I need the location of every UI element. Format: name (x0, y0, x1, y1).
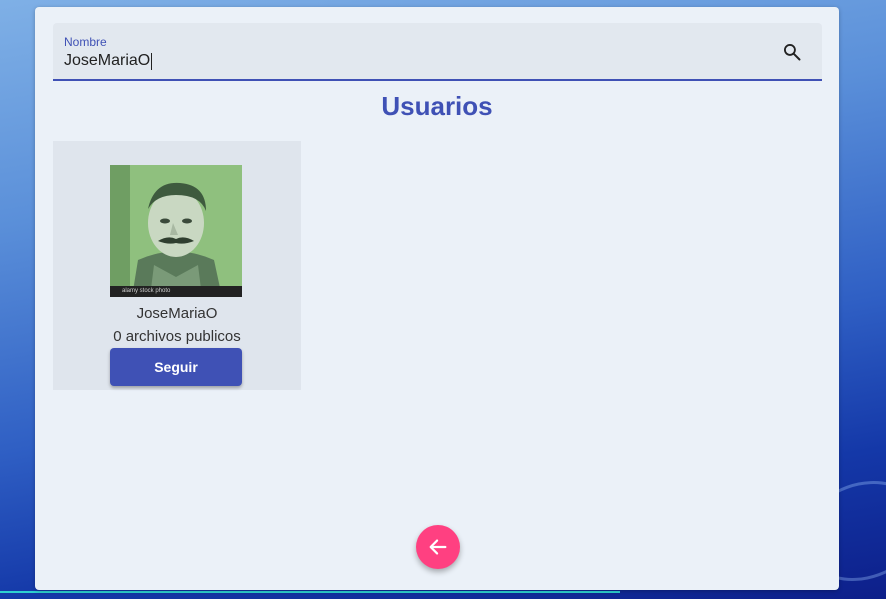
follow-button[interactable]: Seguir (110, 348, 242, 386)
main-panel: Nombre JoseMariaO Usuarios alamy stock p… (35, 7, 839, 590)
avatar-watermark: alamy stock photo (110, 286, 242, 297)
arrow-left-icon (429, 539, 447, 555)
user-name: JoseMariaO (136, 305, 218, 322)
search-button[interactable] (780, 40, 804, 64)
avatar-portrait (110, 165, 242, 297)
user-public-files: 0 archivos publicos (113, 328, 241, 345)
search-field[interactable]: Nombre JoseMariaO (53, 23, 822, 81)
text-caret (151, 52, 153, 70)
user-card: alamy stock photo JoseMariaO 0 archivos … (53, 141, 301, 390)
search-input-value: JoseMariaO (64, 52, 151, 69)
page-title: Usuarios (381, 91, 493, 121)
avatar: alamy stock photo (110, 165, 242, 297)
background-line (0, 591, 620, 593)
search-label: Nombre (64, 35, 107, 49)
search-input[interactable]: JoseMariaO (64, 52, 153, 70)
back-button[interactable] (416, 525, 460, 569)
search-icon (784, 44, 801, 61)
